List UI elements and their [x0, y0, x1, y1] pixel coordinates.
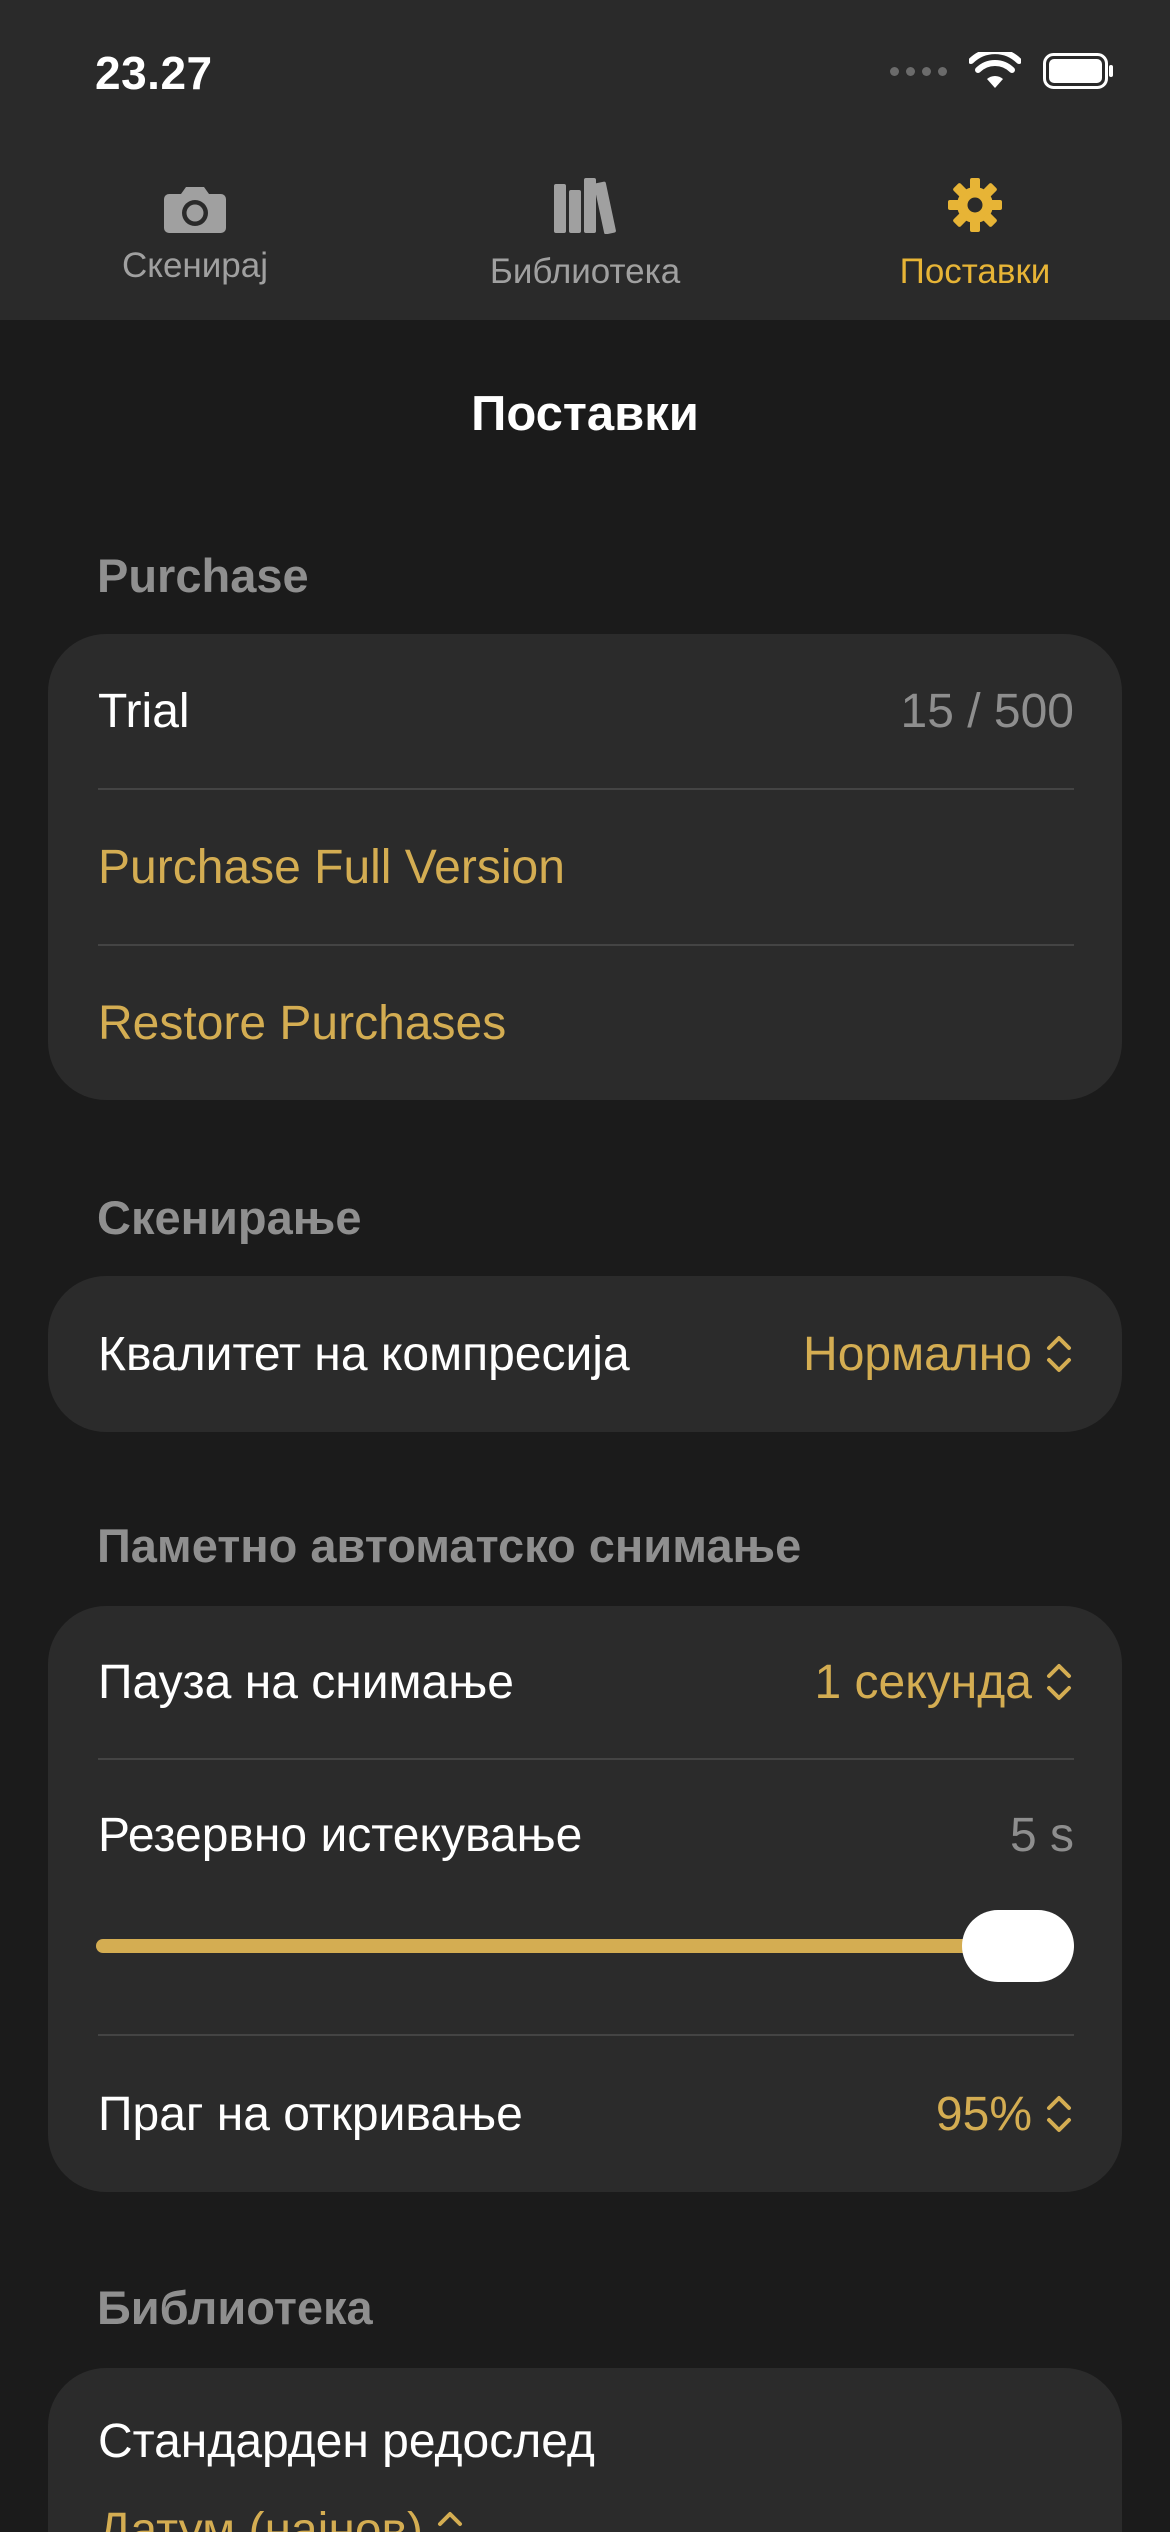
tab-scan-label: Скенирај [121, 246, 269, 285]
auto-capture-card: Пауза на снимање 1 секунда Резервно исте… [48, 1606, 1122, 2192]
tab-settings[interactable]: Поставки [825, 170, 1125, 300]
battery-icon [1043, 53, 1113, 89]
section-header-library: Библиотека [97, 2281, 373, 2334]
library-card: Стандарден редослед Датум (најнов) [48, 2368, 1122, 2532]
compression-quality-label: Квалитет на компресија [98, 1327, 630, 1381]
camera-icon [164, 187, 226, 233]
chevron-up-down-icon [1047, 2096, 1071, 2132]
compression-quality-row[interactable]: Квалитет на компресија Нормално [98, 1276, 1074, 1432]
purchase-full-version-button[interactable]: Purchase Full Version [98, 840, 565, 895]
trial-row: Trial 15 / 500 [98, 634, 1074, 789]
settings-screen: 23.27 Скенирај Библиотека Поставки Поста… [0, 0, 1170, 2532]
chevron-up-down-icon [438, 2512, 463, 2526]
purchase-card: Trial 15 / 500 Purchase Full Version Res… [48, 634, 1122, 1100]
section-header-purchase: Purchase [97, 549, 309, 602]
detection-threshold-picker[interactable]: 95% [936, 2087, 1074, 2142]
default-sort-picker-row[interactable]: Датум (најнов) [98, 2490, 1074, 2532]
books-icon [554, 178, 616, 234]
compression-quality-value: Нормално [803, 1327, 1032, 1381]
tab-library-label: Библиотека [489, 252, 681, 291]
trial-label: Trial [98, 685, 190, 738]
detection-threshold-value: 95% [935, 2087, 1032, 2141]
page-title: Поставки [471, 387, 699, 441]
capture-pause-picker[interactable]: 1 секунда [815, 1655, 1074, 1710]
trial-count: 15 / 500 [900, 685, 1074, 738]
fallback-timeout-slider[interactable] [96, 1910, 1074, 1982]
cellular-signal-icon [890, 66, 947, 76]
section-header-auto-capture: Паметно автоматско снимање [97, 1519, 802, 1572]
purchase-full-version-row[interactable]: Purchase Full Version [98, 790, 1074, 945]
default-sort-value: Датум (најнов) [98, 2503, 424, 2532]
chevron-up-down-icon [1047, 1664, 1071, 1700]
slider-track[interactable] [96, 1939, 1074, 1953]
scanning-card: Квалитет на компресија Нормално [48, 1276, 1122, 1432]
compression-quality-picker[interactable]: Нормално [803, 1327, 1074, 1382]
capture-pause-value: 1 секунда [814, 1655, 1032, 1709]
restore-purchases-row[interactable]: Restore Purchases [98, 946, 1074, 1100]
fallback-timeout-value: 5 s [1009, 1808, 1074, 1862]
detection-threshold-label: Праг на откривање [98, 2087, 523, 2141]
slider-thumb[interactable] [962, 1910, 1074, 1982]
status-indicators [890, 52, 1115, 90]
section-header-scanning: Скенирање [97, 1191, 362, 1244]
tab-settings-label: Поставки [899, 252, 1051, 291]
chevron-up-down-icon [1047, 1336, 1071, 1372]
capture-pause-row[interactable]: Пауза на снимање 1 секунда [98, 1606, 1074, 1758]
detection-threshold-row[interactable]: Праг на откривање 95% [98, 2036, 1074, 2192]
tab-scan[interactable]: Скенирај [45, 170, 345, 300]
restore-purchases-button[interactable]: Restore Purchases [98, 996, 506, 1051]
top-bar: 23.27 Скенирај Библиотека Поставки [0, 0, 1170, 320]
capture-pause-label: Пауза на снимање [98, 1655, 514, 1709]
default-sort-label: Стандарден редослед [98, 2414, 595, 2468]
gear-icon [948, 178, 1002, 232]
tab-library[interactable]: Библиотека [435, 170, 735, 300]
tab-bar: Скенирај Библиотека Поставки [0, 170, 1170, 300]
default-sort-picker[interactable]: Датум (најнов) [98, 2503, 465, 2532]
fallback-timeout-label: Резервно истекување [98, 1808, 583, 1862]
fallback-timeout-row: Резервно истекување 5 s [98, 1760, 1074, 1910]
status-time: 23.27 [95, 47, 213, 99]
wifi-icon [969, 52, 1021, 88]
default-sort-row: Стандарден редослед [98, 2396, 1074, 2486]
